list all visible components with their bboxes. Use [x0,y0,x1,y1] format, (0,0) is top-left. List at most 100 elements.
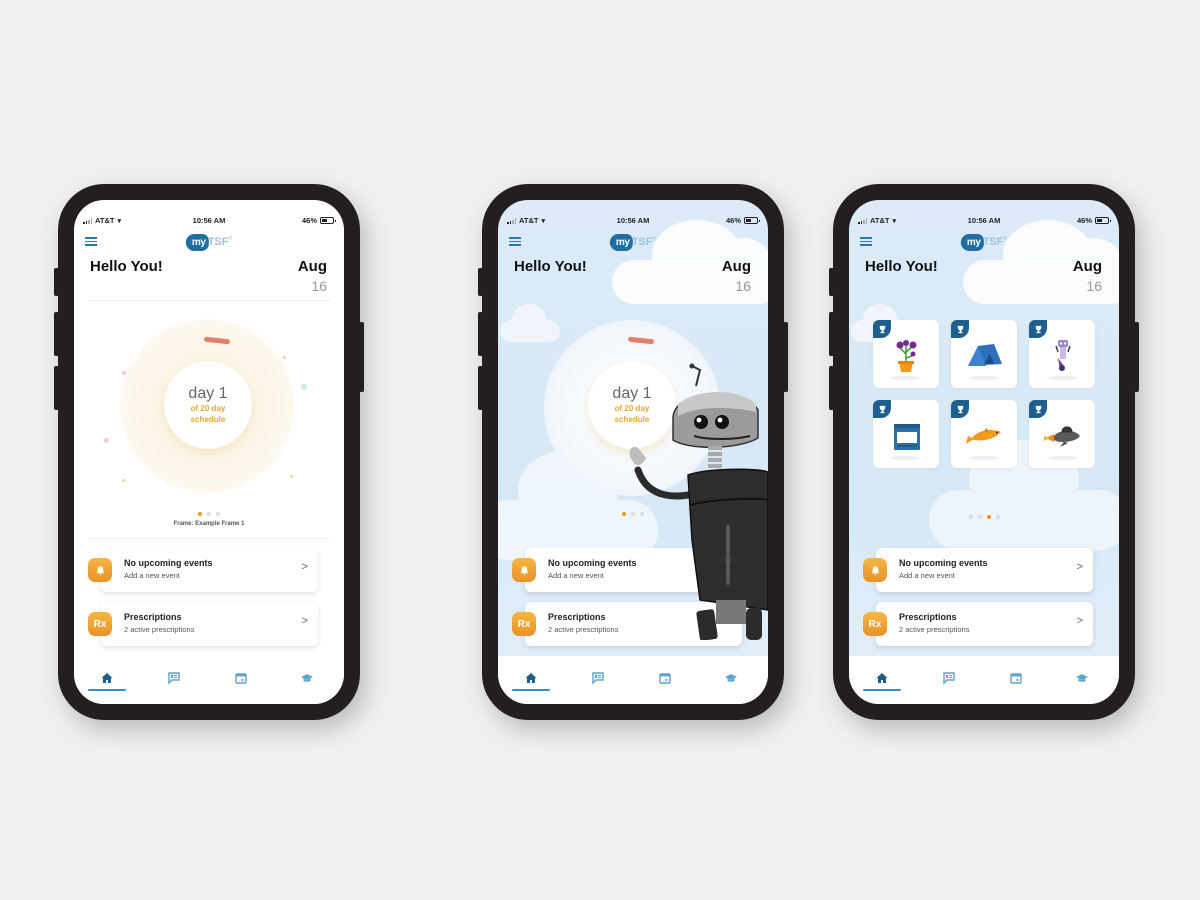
tab-learn[interactable] [1067,666,1097,690]
prescriptions-subtitle: 2 active prescriptions [124,625,195,634]
active-tab-indicator [863,689,901,691]
events-subtitle: Add a new event [899,571,955,580]
events-card[interactable]: No upcoming events Add a new event > [88,548,318,592]
tab-home[interactable] [92,666,122,690]
hamburger-icon[interactable] [509,237,521,246]
volume-down-button [54,366,59,410]
phone-mockup-2: AT&T ▾ 10:56 AM 46% my TSF ® Hello You! Au… [478,184,788,720]
battery-percent: 46% [301,216,317,225]
events-title: No upcoming events [124,558,213,568]
prescriptions-subtitle: 2 active prescriptions [899,625,970,634]
flower-pot-icon [896,340,917,372]
volume-down-button [829,366,834,410]
chevron-right-icon: > [1076,561,1083,573]
status-bar: AT&T ▾ 10:56 AM 46% [498,216,768,228]
chevron-right-icon: > [301,561,308,573]
reward-badge-flower-pot[interactable] [873,320,939,388]
volume-down-button [478,366,483,410]
day-label: day 1 [188,385,228,402]
page-dot-active[interactable] [986,515,991,519]
date-month: Aug [297,258,327,275]
tent-icon [968,344,1002,366]
tab-home[interactable] [516,666,546,690]
chat-board-icon [168,672,180,685]
rewards-grid [873,320,1097,468]
chevron-right-icon: > [301,615,308,627]
home-icon [525,673,537,683]
bottom-tab-bar [849,656,1119,704]
confetti-dot [122,371,126,375]
app-logo: my TSF ® [185,232,232,252]
bell-icon [863,558,887,582]
bell-icon [88,558,112,582]
robot-illustration [629,363,768,640]
battery-icon [1095,217,1111,224]
app-screen-rewards: AT&T ▾ 10:56 AM 46% my TSF ® Hello You! Au… [849,200,1119,704]
date-month: Aug [1072,258,1102,275]
events-title: No upcoming events [899,558,988,568]
chevron-right-icon: > [1076,615,1083,627]
date-day: 16 [1086,278,1102,294]
cloud [929,440,1119,550]
home-icon [876,673,888,683]
battery-icon [320,217,336,224]
schedule-subtitle-1: of 20 day [190,404,226,413]
hamburger-icon[interactable] [860,237,872,246]
greeting-title: Hello You! [514,258,587,275]
graduation-cap-icon [301,674,313,682]
page-dot[interactable] [995,515,1000,519]
active-tab-indicator [512,689,550,691]
page-dot[interactable] [207,512,211,516]
calendar-icon [659,673,671,684]
tab-journal[interactable] [583,666,613,690]
prescriptions-card[interactable]: Rx Prescriptions 2 active prescriptions … [863,602,1093,646]
tab-journal[interactable] [934,666,964,690]
reward-badge-spaceship[interactable] [1029,400,1095,468]
schedule-subtitle-2: schedule [190,415,226,424]
greeting-title: Hello You! [90,258,163,275]
tab-calendar[interactable] [1001,666,1031,690]
schedule-day-circle[interactable]: day 1 of 20 day schedule [164,361,252,449]
battery-icon [744,217,760,224]
page-dot-active[interactable] [622,512,626,516]
app-logo: my TSF ® [960,232,1007,252]
fish-icon [966,428,1001,444]
rx-icon: Rx [863,612,887,636]
bottom-tab-bar [74,656,344,704]
prescriptions-card[interactable]: Rx Prescriptions 2 active prescriptions … [88,602,318,646]
mute-switch [54,268,59,296]
stove-icon [894,424,920,450]
reward-badge-fish[interactable] [951,400,1017,468]
date-day: 16 [735,278,751,294]
rx-icon: Rx [512,612,536,636]
tab-home[interactable] [867,666,897,690]
spaceship-icon [1044,426,1080,447]
page-dot[interactable] [968,515,973,519]
reward-badge-tent[interactable] [951,320,1017,388]
bottom-tab-bar [498,656,768,704]
mute-switch [829,268,834,296]
tab-calendar[interactable] [650,666,680,690]
battery-percent: 46% [1076,216,1092,225]
tab-journal[interactable] [159,666,189,690]
events-card[interactable]: No upcoming events Add a new event > [863,548,1093,592]
greeting-title: Hello You! [865,258,938,275]
hamburger-icon[interactable] [85,237,97,246]
confetti-dot [122,479,125,482]
tab-calendar[interactable] [226,666,256,690]
home-icon [101,673,113,683]
page-dot[interactable] [977,515,982,519]
robot-toy-icon [1055,340,1071,371]
reward-badge-stove[interactable] [873,400,939,468]
page-dot-active[interactable] [198,512,202,516]
reward-badge-robot-toy[interactable] [1029,320,1095,388]
cloud [500,304,560,342]
tab-learn[interactable] [292,666,322,690]
confetti-dot [290,475,293,478]
tab-learn[interactable] [716,666,746,690]
page-dot[interactable] [216,512,220,516]
power-button [359,322,364,392]
bell-icon [512,558,536,582]
page-indicator [849,515,1119,519]
confetti-dot [283,356,286,359]
